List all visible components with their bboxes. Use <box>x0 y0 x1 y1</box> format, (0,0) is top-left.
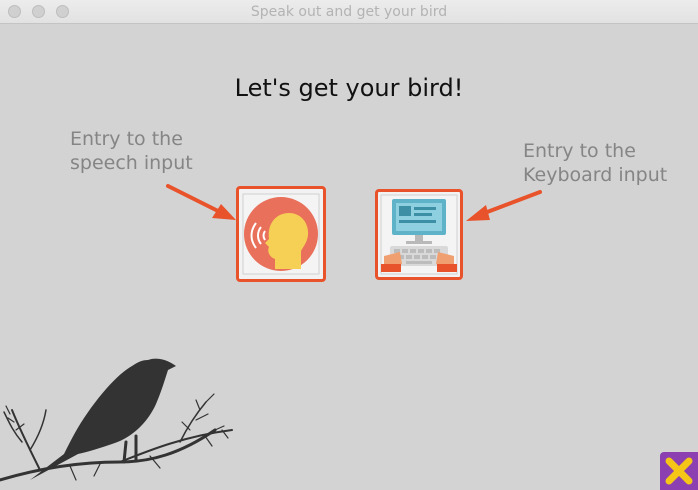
bird-silhouette-icon <box>0 358 233 482</box>
keyboard-entry-note: Entry to the Keyboard input <box>523 140 668 186</box>
speaking-head-icon <box>242 193 320 275</box>
keyboard-input-button[interactable] <box>375 189 463 280</box>
close-x-icon <box>665 457 693 485</box>
computer-keyboard-icon <box>380 194 458 275</box>
keyboard-arrow-icon <box>466 190 542 221</box>
window-title: Speak out and get your bird <box>250 4 448 20</box>
speech-entry-note: Entry to the speech input <box>70 128 193 174</box>
page-heading: Let's get your bird! <box>234 74 464 102</box>
speech-arrow-icon <box>166 184 236 220</box>
close-app-button[interactable] <box>660 452 698 490</box>
app-window: Speak out and get your bird Let's get yo… <box>0 0 698 490</box>
speech-input-button[interactable] <box>236 186 326 282</box>
title-bar: Speak out and get your bird <box>0 0 698 24</box>
